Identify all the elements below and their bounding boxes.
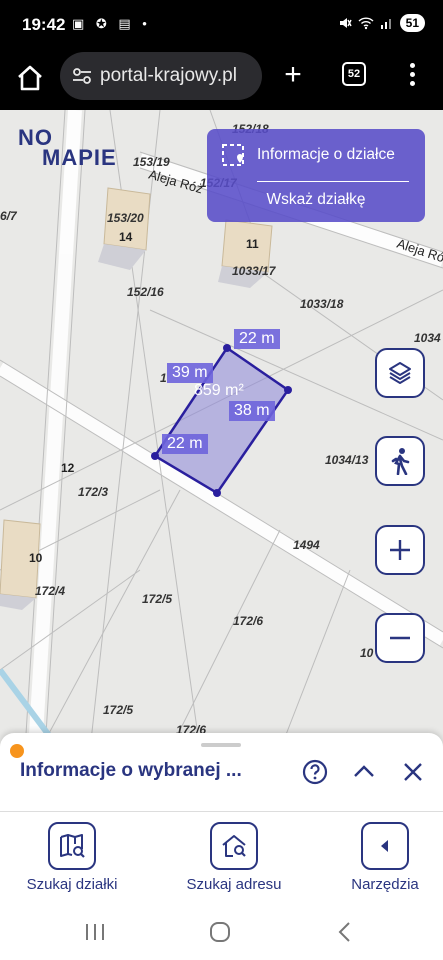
tools-arrow-icon bbox=[361, 822, 409, 870]
house-number: 12 bbox=[61, 461, 75, 475]
parcel-label: 1 bbox=[160, 371, 167, 385]
mute-icon bbox=[339, 18, 352, 28]
parcel-label: 10 bbox=[360, 646, 374, 660]
measurement-left: 39 m bbox=[167, 363, 213, 383]
zoom-in-button[interactable] bbox=[375, 525, 425, 575]
parcel-label: 1034/13 bbox=[325, 453, 369, 467]
parcel-label: 172/5 bbox=[142, 592, 173, 606]
pedestrian-icon bbox=[391, 448, 410, 475]
measurement-right: 38 m bbox=[229, 401, 275, 421]
house-number: 14 bbox=[119, 230, 133, 244]
map-canvas[interactable]: 152/18 153/19 152/17 6/7 153/20 152/16 1… bbox=[0, 110, 443, 750]
parcel-area: 859 m² bbox=[194, 382, 244, 399]
status-time: 19:42 bbox=[22, 15, 66, 34]
bottom-sheet[interactable]: Informacje o wybranej ... bbox=[0, 733, 443, 811]
point-parcel-button[interactable]: Wskaż działkę bbox=[207, 191, 425, 209]
select-area-icon bbox=[222, 144, 244, 166]
layers-button[interactable] bbox=[375, 348, 425, 398]
status-icons-right: 51 bbox=[338, 14, 425, 32]
parcel-label: 1033/17 bbox=[232, 264, 276, 278]
zoom-out-button[interactable] bbox=[375, 613, 425, 663]
battery-level: 51 bbox=[399, 14, 425, 32]
minus-icon bbox=[390, 636, 410, 640]
measurement-bottom: 22 m bbox=[162, 434, 208, 454]
help-icon bbox=[302, 759, 328, 785]
parcel-label: 1034 bbox=[414, 331, 441, 345]
tools-label: Narzędzia bbox=[351, 876, 419, 893]
chevron-up-icon bbox=[354, 765, 374, 777]
help-button[interactable] bbox=[300, 757, 330, 787]
home-circle-icon bbox=[210, 922, 230, 942]
search-parcel-button[interactable]: Szukaj działki bbox=[18, 822, 126, 893]
search-parcel-label: Szukaj działki bbox=[26, 876, 118, 893]
notification-dot bbox=[10, 744, 24, 758]
close-icon bbox=[404, 763, 422, 781]
close-sheet-button[interactable] bbox=[398, 757, 428, 787]
url-text: portal-krajowy.pl bbox=[100, 65, 237, 86]
wifi-icon bbox=[358, 17, 374, 30]
house-number: 11 bbox=[246, 237, 259, 251]
parcel-label: 1033/18 bbox=[300, 297, 344, 311]
browser-toolbar: portal-krajowy.pl + 52 bbox=[0, 48, 443, 110]
parcel-label: 172/5 bbox=[103, 703, 134, 717]
back-button[interactable] bbox=[330, 918, 360, 946]
parcel-info-label: Informacje o działce bbox=[257, 146, 395, 163]
parcel-label: 153/20 bbox=[107, 211, 144, 225]
signal-icon bbox=[380, 19, 391, 29]
bottom-nav: Szukaj działki Szukaj adresu Narzędzia bbox=[0, 811, 443, 904]
address-bar[interactable]: portal-krajowy.pl bbox=[60, 52, 262, 100]
new-tab-button[interactable]: + bbox=[278, 60, 308, 90]
parcel-label: 172/3 bbox=[78, 485, 109, 499]
recent-apps-button[interactable] bbox=[80, 918, 110, 946]
no-mapie-logo[interactable]: NO MAPIE bbox=[18, 127, 117, 169]
parcel-label: 172/4 bbox=[35, 584, 66, 598]
search-address-button[interactable]: Szukaj adresu bbox=[178, 822, 290, 893]
parcel-label: 152/16 bbox=[127, 285, 164, 299]
parcel-info-button[interactable]: Informacje o działce bbox=[221, 143, 395, 167]
tab-switcher-button[interactable]: 52 bbox=[342, 62, 366, 86]
system-nav-bar bbox=[0, 904, 443, 960]
expand-sheet-button[interactable] bbox=[349, 757, 379, 787]
notification-icons: ▣ ✪ ▤ • bbox=[72, 16, 151, 31]
tools-button[interactable]: Narzędzia bbox=[339, 822, 431, 893]
home-system-button[interactable] bbox=[205, 918, 235, 946]
plus-icon bbox=[390, 540, 410, 560]
status-bar: 19:42 ▣ ✪ ▤ • 51 bbox=[0, 0, 443, 48]
home-button[interactable] bbox=[14, 62, 46, 94]
street-view-button[interactable] bbox=[375, 436, 425, 486]
back-icon bbox=[338, 922, 350, 942]
sheet-title[interactable]: Informacje o wybranej ... bbox=[20, 760, 242, 782]
parcel-info-panel: Informacje o działce Wskaż działkę bbox=[207, 129, 425, 222]
parcel-label: 1494 bbox=[293, 538, 320, 552]
parcel-label: 172/6 bbox=[233, 614, 264, 628]
sheet-handle[interactable] bbox=[201, 743, 241, 747]
panel-divider bbox=[257, 181, 409, 182]
browser-menu-button[interactable] bbox=[405, 60, 419, 90]
house-number: 10 bbox=[29, 551, 43, 565]
home-search-icon bbox=[210, 822, 258, 870]
recent-apps-icon bbox=[86, 924, 104, 940]
site-settings-icon[interactable] bbox=[72, 67, 92, 85]
layers-icon bbox=[389, 362, 411, 384]
parcel-label: 6/7 bbox=[0, 209, 17, 223]
map-search-icon bbox=[48, 822, 96, 870]
measurement-top: 22 m bbox=[234, 329, 280, 349]
search-address-label: Szukaj adresu bbox=[186, 876, 282, 893]
